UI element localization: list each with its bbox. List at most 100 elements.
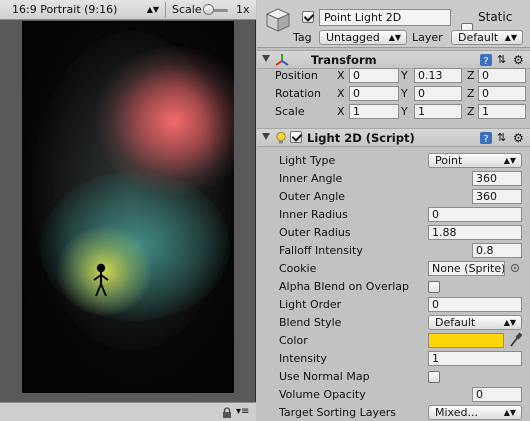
cookie-label: Cookie xyxy=(279,262,317,275)
eyedropper-icon[interactable] xyxy=(508,332,522,348)
light2d-header[interactable]: Light 2D (Script) ? ⇅ ⚙ xyxy=(257,128,530,147)
inner-radius-field[interactable]: 0 xyxy=(428,207,522,222)
scale-slider-thumb[interactable] xyxy=(203,4,214,15)
prop-blend-style: Blend Style Default ▲▼ xyxy=(257,314,530,332)
preset-icon[interactable]: ⇅ xyxy=(497,131,511,145)
object-picker-icon[interactable] xyxy=(511,264,519,272)
light2d-title: Light 2D (Script) xyxy=(307,131,415,145)
help-book-icon[interactable]: ? xyxy=(479,131,493,145)
chevron-updown-icon: ▲▼ xyxy=(388,33,401,42)
scale-label: Scale xyxy=(275,105,305,118)
svg-text:?: ? xyxy=(483,134,488,145)
prop-inner-radius: Inner Radius 0 xyxy=(257,206,530,224)
preset-icon[interactable]: ⇅ xyxy=(497,53,511,67)
cookie-object-field[interactable]: None (Sprite) xyxy=(428,261,505,276)
transform-axes-icon xyxy=(275,54,289,66)
falloff-intensity-label: Falloff Intensity xyxy=(279,244,363,257)
transform-row-rotation: Rotation X 0 Y 0 Z 0 xyxy=(257,85,530,103)
chevron-updown-icon: ▲▼ xyxy=(504,33,517,42)
chevron-updown-icon: ▲▼ xyxy=(503,408,516,417)
layer-label: Layer xyxy=(412,31,443,44)
prop-inner-angle: Inner Angle 360 xyxy=(257,170,530,188)
prop-color: Color xyxy=(257,332,530,350)
rotation-z-field[interactable]: 0 xyxy=(478,86,526,101)
inner-angle-field[interactable]: 360 xyxy=(472,171,522,186)
alpha-blend-label: Alpha Blend on Overlap xyxy=(279,280,410,293)
prop-falloff-intensity: Falloff Intensity 0.8 xyxy=(257,242,530,260)
resolution-dropdown[interactable]: 16:9 Portrait (9:16) ▲▼ xyxy=(2,2,166,18)
target-sorting-layers-dropdown[interactable]: Mixed... ▲▼ xyxy=(428,405,522,420)
blend-style-label: Blend Style xyxy=(279,316,342,329)
prop-outer-angle: Outer Angle 360 xyxy=(257,188,530,206)
use-normal-map-label: Use Normal Map xyxy=(279,370,370,383)
use-normal-map-checkbox[interactable] xyxy=(428,371,440,383)
gear-icon[interactable]: ⚙ xyxy=(513,131,527,145)
prop-light-type: Light Type Point ▲▼ xyxy=(257,152,530,170)
prop-outer-radius: Outer Radius 1.88 xyxy=(257,224,530,242)
tag-value: Untagged xyxy=(326,31,380,44)
position-z-field[interactable]: 0 xyxy=(478,68,526,83)
chevron-updown-icon: ▲▼ xyxy=(146,5,159,14)
object-name-field[interactable]: Point Light 2D xyxy=(319,9,451,26)
position-y-field[interactable]: 0.13 xyxy=(414,68,462,83)
foldout-arrow-icon[interactable] xyxy=(262,55,270,62)
foldout-arrow-icon[interactable] xyxy=(262,133,270,140)
rotation-y-field[interactable]: 0 xyxy=(414,86,462,101)
outer-radius-label: Outer Radius xyxy=(279,226,351,239)
volume-opacity-label: Volume Opacity xyxy=(279,388,366,401)
help-book-icon[interactable]: ? xyxy=(479,53,493,67)
game-viewport[interactable] xyxy=(22,21,234,393)
gear-icon[interactable]: ⚙ xyxy=(513,53,527,67)
transform-row-position: Position X 0 Y 0.13 Z 0 xyxy=(257,67,530,85)
volume-opacity-field[interactable]: 0 xyxy=(472,387,522,402)
axis-z-label: Z xyxy=(467,87,475,100)
game-status-bar: ▾≡ xyxy=(0,402,256,421)
outer-angle-label: Outer Angle xyxy=(279,190,346,203)
gameobject-cube-icon xyxy=(265,8,291,32)
active-checkbox[interactable] xyxy=(302,11,314,23)
transform-row-scale: Scale X 1 Y 1 Z 1 xyxy=(257,103,530,121)
target-sorting-layers-label: Target Sorting Layers xyxy=(279,406,396,419)
lightbulb-icon xyxy=(276,131,286,144)
inner-radius-label: Inner Radius xyxy=(279,208,348,221)
scale-z-field[interactable]: 1 xyxy=(478,104,526,119)
game-view: 16:9 Portrait (9:16) ▲▼ Scale 1x ▾≡ xyxy=(0,0,256,421)
scale-y-field[interactable]: 1 xyxy=(414,104,462,119)
axis-z-label: Z xyxy=(467,105,475,118)
outer-angle-field[interactable]: 360 xyxy=(472,189,522,204)
chevron-updown-icon: ▲▼ xyxy=(503,156,516,165)
blend-style-value: Default xyxy=(435,316,476,329)
light-order-label: Light Order xyxy=(279,298,342,311)
falloff-intensity-field[interactable]: 0.8 xyxy=(472,243,522,258)
layer-dropdown[interactable]: Default ▲▼ xyxy=(451,30,523,45)
vignette xyxy=(22,21,234,393)
axis-x-label: X xyxy=(337,87,345,100)
lock-icon[interactable] xyxy=(222,407,232,418)
axis-y-label: Y xyxy=(401,105,408,118)
position-label: Position xyxy=(275,69,318,82)
prop-intensity: Intensity 1 xyxy=(257,350,530,368)
layer-value: Default xyxy=(458,31,499,44)
static-label: Static xyxy=(478,10,513,24)
tag-dropdown[interactable]: Untagged ▲▼ xyxy=(319,30,407,45)
resolution-label: 16:9 Portrait (9:16) xyxy=(12,3,118,16)
light-type-dropdown[interactable]: Point ▲▼ xyxy=(428,153,522,168)
blend-style-dropdown[interactable]: Default ▲▼ xyxy=(428,315,522,330)
axis-x-label: X xyxy=(337,105,345,118)
prop-use-normal-map: Use Normal Map xyxy=(257,368,530,386)
outer-radius-field[interactable]: 1.88 xyxy=(428,225,522,240)
position-x-field[interactable]: 0 xyxy=(349,68,399,83)
alpha-blend-checkbox[interactable] xyxy=(428,281,440,293)
unity-editor: 16:9 Portrait (9:16) ▲▼ Scale 1x ▾≡ Poin… xyxy=(0,0,530,421)
light-order-field[interactable]: 0 xyxy=(428,297,522,312)
color-label: Color xyxy=(279,334,308,347)
light-type-label: Light Type xyxy=(279,154,336,167)
prop-light-order: Light Order 0 xyxy=(257,296,530,314)
intensity-field[interactable]: 1 xyxy=(428,351,522,366)
rotation-x-field[interactable]: 0 xyxy=(349,86,399,101)
scale-x-field[interactable]: 1 xyxy=(349,104,399,119)
color-swatch[interactable] xyxy=(428,333,504,348)
context-menu-icon[interactable]: ▾≡ xyxy=(236,407,250,417)
target-sorting-layers-value: Mixed... xyxy=(435,406,478,419)
light2d-enabled-checkbox[interactable] xyxy=(290,131,302,143)
